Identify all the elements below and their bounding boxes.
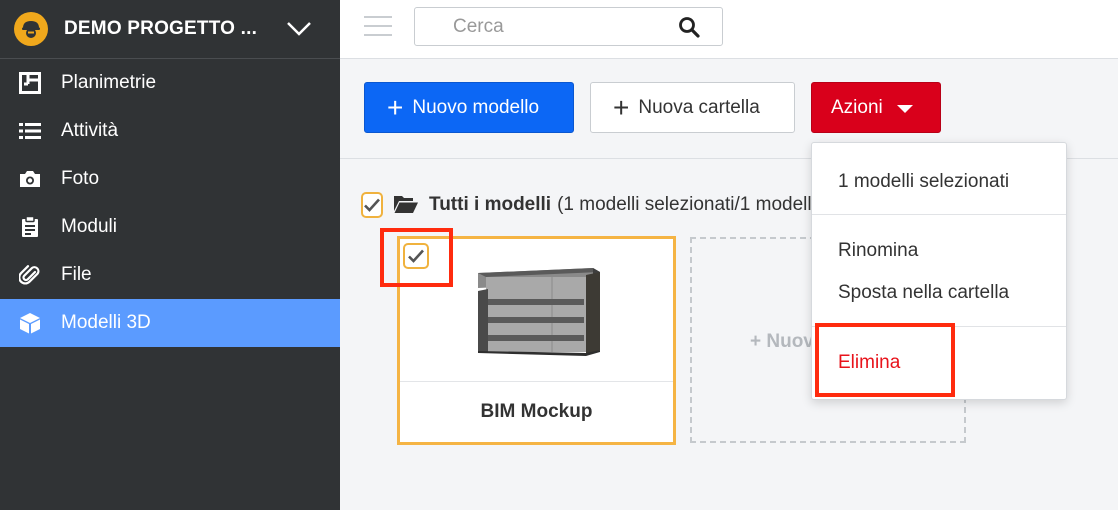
new-folder-label: Nuova cartella [638, 96, 760, 118]
sidebar-item-moduli[interactable]: Moduli [0, 203, 340, 251]
search-icon[interactable] [678, 16, 700, 38]
folder-selection-info: (1 modelli selezionati/1 modelli) [557, 194, 816, 215]
clipboard-icon [18, 215, 42, 239]
selection-count: 1 modelli selezionati [838, 171, 1010, 192]
sidebar-item-label: File [61, 264, 92, 285]
rename-menu-item[interactable]: Rinomina [838, 240, 918, 262]
caret-down-icon [896, 104, 913, 113]
actions-button[interactable]: Azioni [811, 82, 941, 133]
sidebar-item-label: Attività [61, 120, 119, 141]
top-bar [340, 0, 1118, 59]
new-model-label: Nuovo modello [412, 96, 540, 118]
paperclip-icon [18, 263, 42, 287]
search-input[interactable] [415, 8, 675, 45]
chevron-down-icon[interactable] [284, 14, 314, 44]
plus-icon: + [387, 91, 404, 123]
sidebar-item-modelli-3d[interactable]: Modelli 3D [0, 299, 340, 347]
sidebar-item-file[interactable]: File [0, 251, 340, 299]
new-model-button[interactable]: + Nuovo modello [364, 82, 574, 133]
actions-label: Azioni [831, 96, 883, 118]
select-all-checkbox[interactable] [361, 192, 383, 218]
sidebar-item-foto[interactable]: Foto [0, 155, 340, 203]
cube-icon [18, 311, 42, 335]
sidebar-item-label: Foto [61, 168, 100, 189]
sidebar-item-label: Planimetrie [61, 72, 157, 93]
project-selector[interactable]: DEMO PROGETTO ... [0, 0, 340, 59]
worker-logo-icon [14, 12, 48, 46]
folder-header: Tutti i modelli (1 modelli selezionati/1… [361, 190, 816, 220]
project-name: DEMO PROGETTO ... [64, 18, 258, 39]
sidebar-item-attivita[interactable]: Attività [0, 107, 340, 155]
highlight-box-delete [815, 323, 955, 397]
sidebar: DEMO PROGETTO ... Planimetrie Attività F… [0, 0, 340, 510]
list-icon [18, 119, 42, 143]
folder-name: Tutti i modelli [429, 194, 552, 215]
hamburger-menu-icon[interactable] [364, 16, 392, 38]
folder-open-icon [393, 194, 419, 216]
sidebar-item-label: Modelli 3D [61, 312, 151, 333]
new-folder-button[interactable]: + Nuova cartella [590, 82, 795, 133]
checkmark-icon [364, 198, 380, 212]
sidebar-item-label: Moduli [61, 216, 117, 237]
sidebar-item-planimetrie[interactable]: Planimetrie [0, 59, 340, 107]
highlight-box-checkbox [380, 228, 453, 287]
model-title: BIM Mockup [480, 401, 593, 422]
floor-plan-icon [18, 71, 42, 95]
plus-icon: + [613, 91, 630, 123]
menu-divider [812, 214, 1066, 215]
camera-icon [18, 167, 42, 191]
search-box [414, 7, 723, 46]
move-to-folder-menu-item[interactable]: Sposta nella cartella [838, 282, 1009, 304]
